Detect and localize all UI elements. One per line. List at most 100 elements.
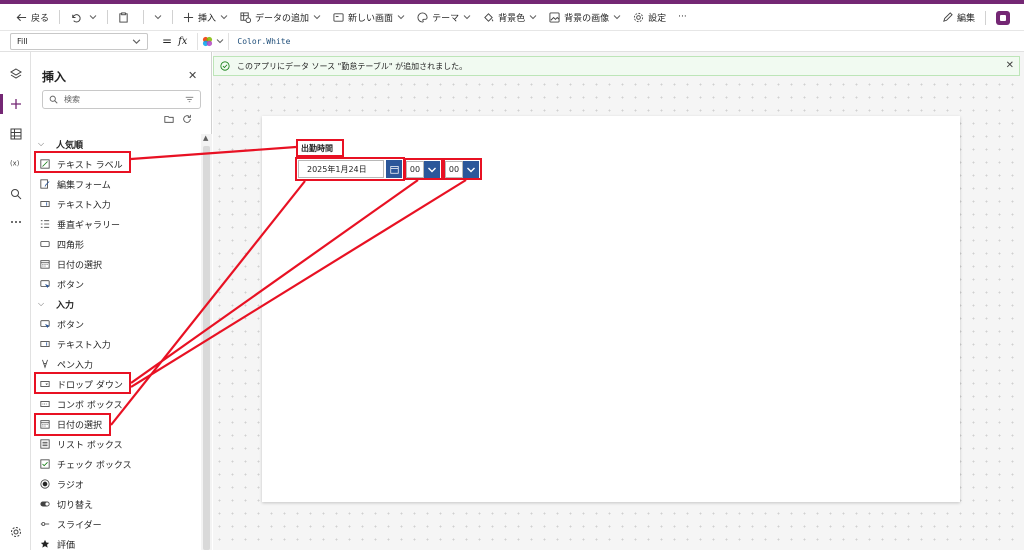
item-label: ボタン [57,280,85,291]
list-item-pen-input[interactable]: ペン入力 [40,356,93,372]
new-screen-button[interactable]: 新しい画面 [327,4,411,31]
category-label: 入力 [56,300,75,311]
scroll-up-icon[interactable]: ▲ [203,134,208,142]
toggle-icon [40,501,50,507]
fx-icon[interactable]: fx [178,36,187,47]
pen-icon [42,359,48,369]
plus-icon [183,12,194,22]
list-item-button[interactable]: ボタン [40,276,84,292]
paste-button[interactable] [112,4,139,31]
separator [143,10,145,24]
data-rail-button[interactable] [0,124,31,144]
category-popular[interactable]: ⌵ 人気順 [38,136,83,152]
close-icon[interactable]: ✕ [188,69,197,82]
insert-rail-button[interactable] [0,94,31,114]
background-image-label: 背景の画像 [564,13,610,24]
list-item-button[interactable]: ボタン [40,316,84,332]
list-item-rectangle[interactable]: 四角形 [40,236,84,252]
chevron-down-icon [529,15,537,20]
notification-bar: このアプリにデータ ソース "勤怠テーブル" が追加されました。 ✕ [213,56,1020,76]
pencil-icon [943,12,953,22]
filter-icon[interactable] [185,95,194,104]
star-icon [40,539,50,548]
undo-button[interactable] [64,4,103,31]
search-icon [49,95,58,104]
layers-icon [9,68,22,79]
chevron-down-icon[interactable] [89,13,97,21]
new-screen-icon [333,12,344,22]
chevron-down-icon [463,15,471,20]
chevron-down-icon [613,15,621,20]
tree-view-button[interactable] [0,64,31,84]
list-item-text-input[interactable]: テキスト入力 [40,336,111,352]
highlight-box-date-picker-control [295,157,405,181]
edit-form-icon [40,179,50,189]
item-label: ラジオ [57,480,84,491]
list-item-rating[interactable]: 評価 [40,536,75,550]
left-rail: (x) [0,52,31,550]
theme-button[interactable]: テーマ [411,4,477,31]
search-rail-button[interactable] [0,184,31,204]
formula-input[interactable]: Color.White [237,37,290,46]
panel-scrollbar[interactable]: ▲ [201,134,212,550]
plus-icon [10,99,21,109]
paint-bucket-icon [484,12,494,22]
item-label: コンボ ボックス [57,400,123,411]
list-item-combo-box[interactable]: コンボ ボックス [40,396,123,412]
chevron-down-icon: ⌵ [38,139,45,148]
list-item-radio[interactable]: ラジオ [40,476,84,492]
paste-menu-button[interactable] [148,4,168,31]
list-item-toggle[interactable]: 切り替え [40,496,93,512]
app-icon[interactable] [996,10,1010,25]
item-label: スライダー [57,520,102,531]
gear-icon [634,12,644,22]
checkbox-icon [40,459,50,469]
gallery-icon [40,220,50,228]
command-bar-right: 編集 [936,4,1024,31]
category-input[interactable]: ⌵ 入力 [38,296,74,312]
background-color-button[interactable]: 背景色 [477,4,543,31]
list-item-checkbox[interactable]: チェック ボックス [40,456,132,472]
undo-icon [72,13,81,23]
table-icon [10,128,21,140]
more-rail-button[interactable] [0,212,31,232]
search-box[interactable]: 検索 [42,90,201,109]
category-label: 人気順 [56,140,84,151]
background-image-button[interactable]: 背景の画像 [543,4,627,31]
chevron-down-icon [313,15,321,20]
highlight-box-hour-dropdown [404,158,443,180]
property-selector[interactable]: Fill [10,32,148,50]
edit-button[interactable]: 編集 [936,4,981,31]
copilot-icon [203,36,213,46]
close-icon[interactable]: ✕ [1006,60,1014,71]
command-bar: 戻る 挿入 データの追加 新しい画面 テーマ 背景色 背景の画像 設定 ··· [0,4,1024,31]
text-input-icon [40,201,50,207]
list-item-text-input[interactable]: テキスト入力 [40,196,111,212]
chevron-down-icon [154,15,162,20]
copilot-button[interactable] [197,32,230,50]
gear-icon [10,527,21,537]
search-placeholder: 検索 [64,95,80,104]
add-data-button[interactable]: データの追加 [234,4,327,31]
item-label: リスト ボックス [57,440,123,451]
refresh-icon[interactable] [182,114,192,124]
svg-text:(x): (x) [10,160,20,168]
radio-icon [40,479,50,489]
folder-search-icon[interactable] [164,114,174,124]
list-item-edit-form[interactable]: 編集フォーム [40,176,111,192]
insert-button[interactable]: 挿入 [177,4,234,31]
more-label: ··· [678,12,687,22]
list-item-vertical-gallery[interactable]: 垂直ギャラリー [40,216,120,232]
list-item-list-box[interactable]: リスト ボックス [40,436,123,452]
settings-rail-button[interactable] [0,522,31,542]
list-item-date-picker[interactable]: 日付の選択 [40,256,102,272]
settings-button[interactable]: 設定 [627,4,672,31]
back-button[interactable]: 戻る [10,4,55,31]
app-icon-glyph [1000,14,1006,21]
more-button[interactable]: ··· [672,4,693,31]
add-data-label: データの追加 [255,13,310,24]
list-item-slider[interactable]: スライダー [40,516,102,532]
variables-rail-button[interactable]: (x) [0,153,31,173]
text-input-icon [40,341,50,347]
scroll-thumb[interactable] [203,146,210,550]
